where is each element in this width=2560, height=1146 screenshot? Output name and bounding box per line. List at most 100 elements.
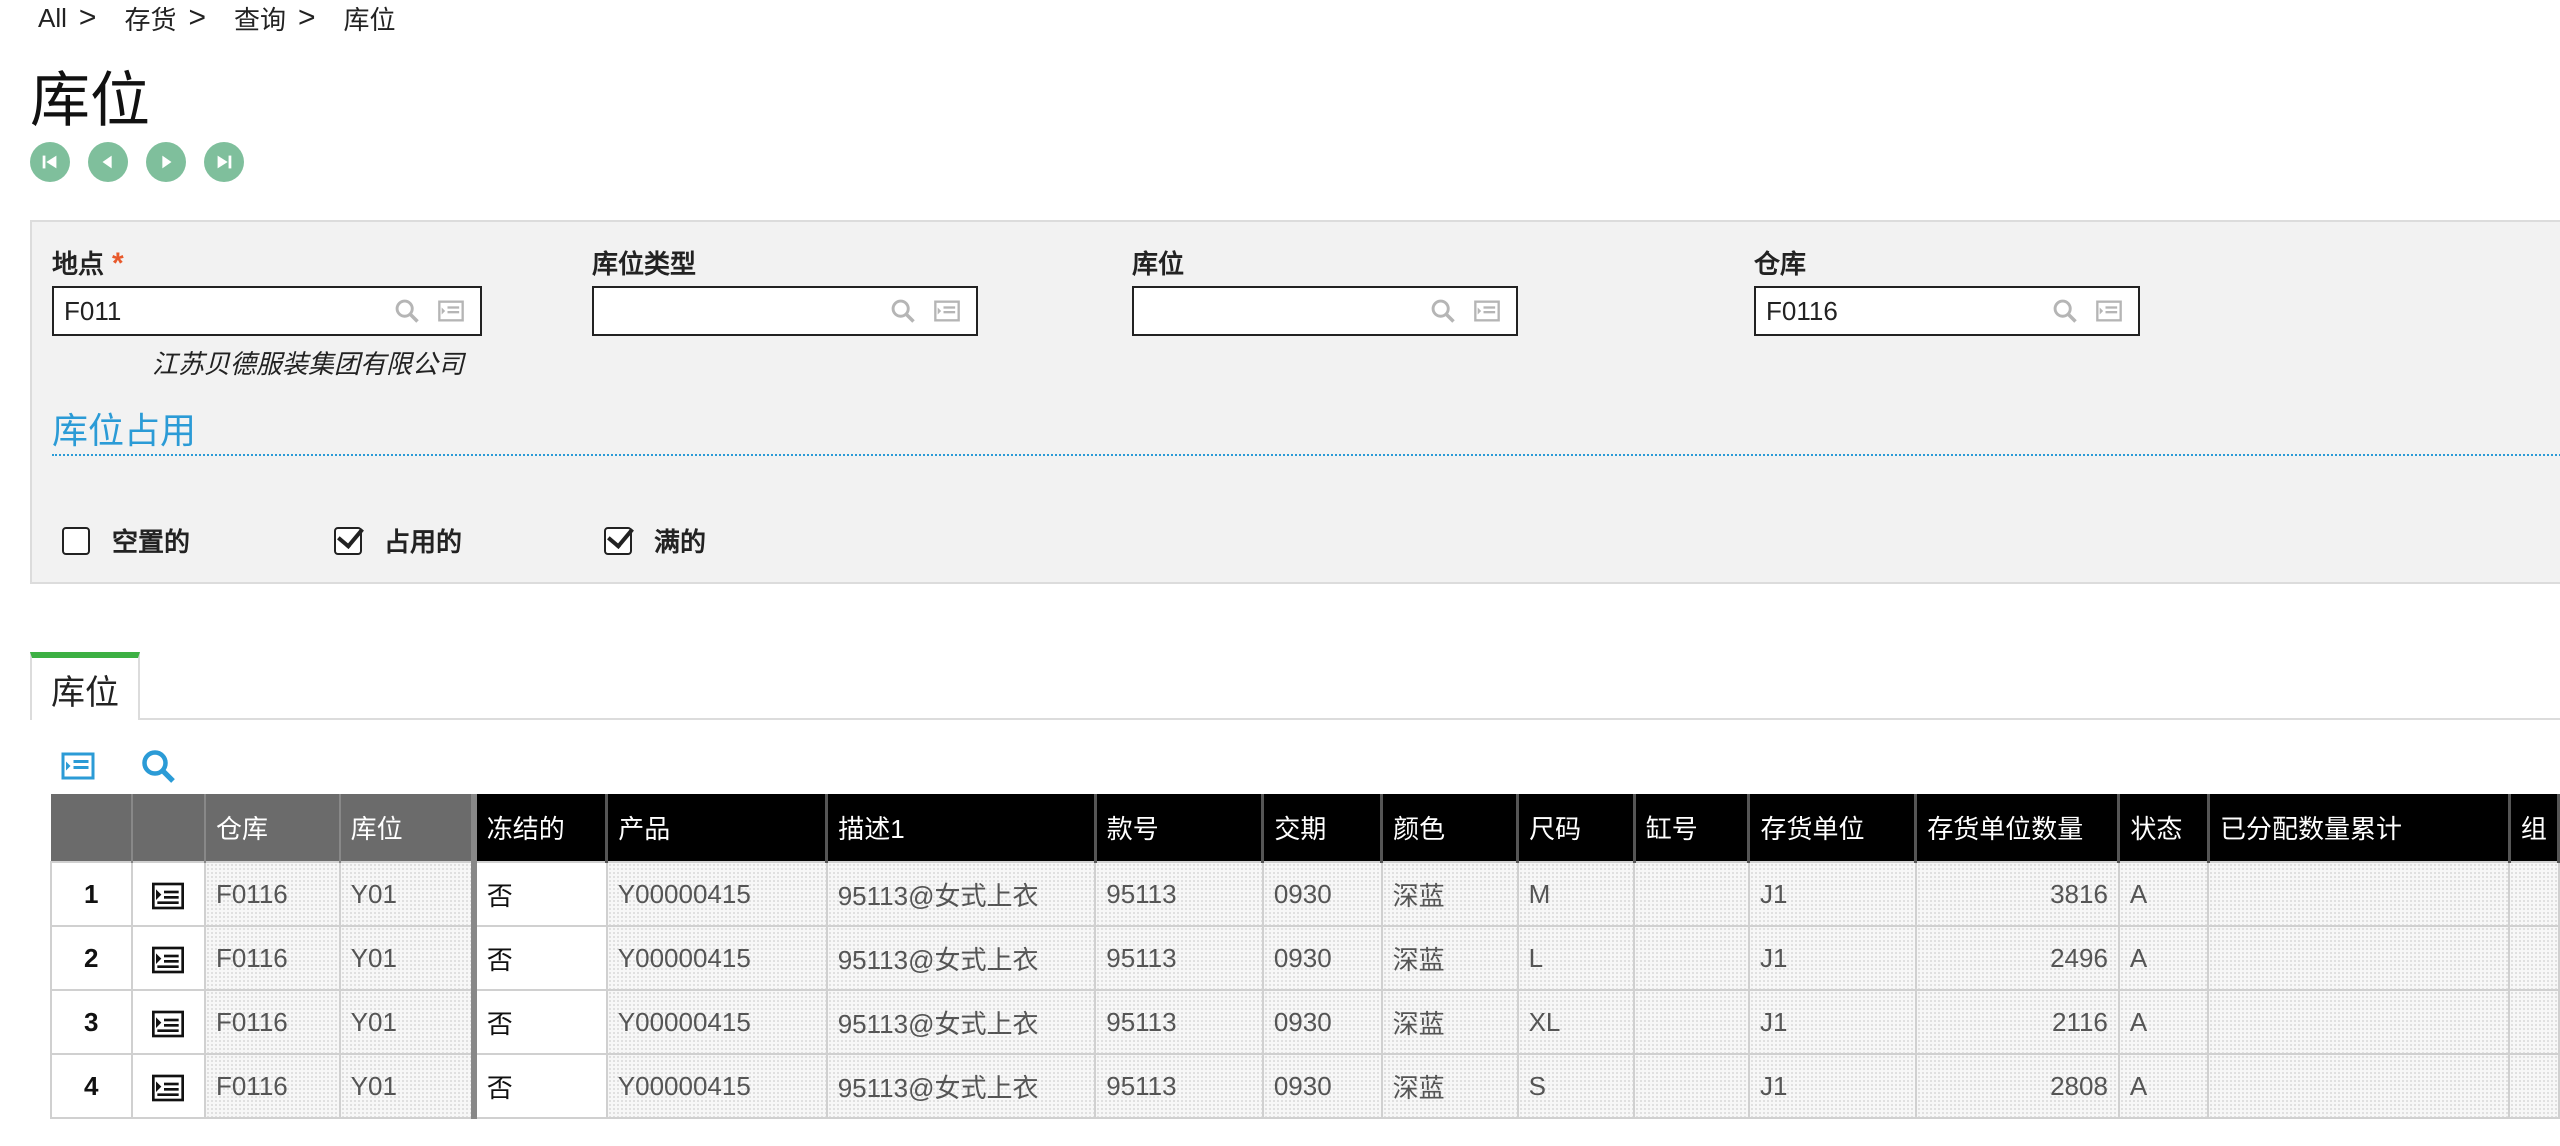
table-row[interactable]: 4 F0116 Y01 否 Y00000415 95113@女式上衣 95113… xyxy=(50,1053,2560,1119)
site-field xyxy=(52,286,482,336)
cell-color: 深蓝 xyxy=(1380,861,1519,927)
column-header-product[interactable]: 产品 xyxy=(606,794,829,862)
search-icon[interactable] xyxy=(888,296,918,326)
row-detail-button[interactable] xyxy=(130,861,206,927)
cell-unit: J1 xyxy=(1747,1053,1917,1119)
cell-style: 95113 xyxy=(1094,925,1264,991)
column-header-warehouse[interactable]: 仓库 xyxy=(204,794,341,862)
row-number: 2 xyxy=(50,925,133,991)
column-header-batch[interactable]: 缸号 xyxy=(1634,794,1751,862)
first-record-icon xyxy=(42,155,57,169)
location-label: 库位 xyxy=(1132,249,1185,279)
cell-group xyxy=(2508,1053,2560,1119)
page-title: 库位 xyxy=(30,67,150,134)
lookup-list-icon[interactable] xyxy=(2094,296,2124,326)
cell-frozen: 否 xyxy=(470,861,608,927)
cell-frozen: 否 xyxy=(470,1053,608,1119)
column-header-unit[interactable]: 存货单位 xyxy=(1748,794,1918,862)
checkbox-occupied-label: 占用的 xyxy=(384,527,463,557)
cell-frozen: 否 xyxy=(470,989,608,1055)
row-detail-button[interactable] xyxy=(130,925,206,991)
location-type-input[interactable] xyxy=(594,295,888,327)
checkbox-full[interactable]: 满的 xyxy=(604,522,706,559)
search-icon[interactable] xyxy=(392,296,422,326)
column-header-delivery[interactable]: 交期 xyxy=(1262,794,1384,862)
cell-allocated xyxy=(2207,989,2511,1055)
next-record-button[interactable] xyxy=(146,142,186,182)
column-header-location[interactable]: 库位 xyxy=(339,794,475,862)
warehouse-input[interactable] xyxy=(1756,295,2050,327)
row-detail-button[interactable] xyxy=(130,989,206,1055)
column-header-status[interactable]: 状态 xyxy=(2118,794,2210,862)
column-header-style[interactable]: 款号 xyxy=(1095,794,1265,862)
tab-location[interactable]: 库位 xyxy=(30,652,140,720)
row-detail-icon xyxy=(152,946,185,973)
cell-color: 深蓝 xyxy=(1380,925,1519,991)
lookup-list-icon[interactable] xyxy=(932,296,962,326)
column-header-group[interactable]: 组 xyxy=(2509,794,2560,862)
last-record-button[interactable] xyxy=(204,142,244,182)
cell-quantity: 2116 xyxy=(1914,989,2120,1055)
grid-search-button[interactable] xyxy=(138,746,178,786)
cell-style: 95113 xyxy=(1094,861,1264,927)
cell-color: 深蓝 xyxy=(1380,1053,1519,1119)
row-number: 1 xyxy=(50,861,133,927)
cell-location: Y01 xyxy=(338,861,475,927)
table-row[interactable]: 2 F0116 Y01 否 Y00000415 95113@女式上衣 95113… xyxy=(50,925,2560,991)
column-header-size[interactable]: 尺码 xyxy=(1517,794,1636,862)
column-header-quantity[interactable]: 存货单位数量 xyxy=(1915,794,2121,862)
table-row[interactable]: 3 F0116 Y01 否 Y00000415 95113@女式上衣 95113… xyxy=(50,989,2560,1055)
lookup-list-icon[interactable] xyxy=(436,296,466,326)
row-detail-icon xyxy=(152,1010,185,1037)
cell-group xyxy=(2508,861,2560,927)
cell-unit: J1 xyxy=(1747,925,1917,991)
checkbox-empty-box[interactable] xyxy=(62,526,90,555)
column-header-description[interactable]: 描述1 xyxy=(826,794,1097,862)
cell-product: Y00000415 xyxy=(605,925,828,991)
search-icon[interactable] xyxy=(1428,296,1458,326)
grid-view-button[interactable] xyxy=(58,746,98,786)
previous-record-button[interactable] xyxy=(88,142,128,182)
checkbox-empty-label: 空置的 xyxy=(112,527,191,557)
breadcrumb-separator: > xyxy=(298,1,316,34)
cell-color: 深蓝 xyxy=(1380,989,1519,1055)
cell-allocated xyxy=(2207,861,2511,927)
table-row[interactable]: 1 F0116 Y01 否 Y00000415 95113@女式上衣 95113… xyxy=(50,861,2560,927)
search-icon[interactable] xyxy=(2050,296,2080,326)
breadcrumb-item-all[interactable]: All xyxy=(38,3,67,34)
location-type-field xyxy=(592,286,978,336)
row-detail-button[interactable] xyxy=(130,1053,206,1119)
first-record-button[interactable] xyxy=(30,142,70,182)
cell-batch xyxy=(1633,925,1750,991)
checkbox-occupied[interactable]: 占用的 xyxy=(334,522,462,559)
cell-warehouse: F0116 xyxy=(203,1053,341,1119)
column-header-allocated[interactable]: 已分配数量累计 xyxy=(2208,794,2511,862)
cell-quantity: 2496 xyxy=(1914,925,2120,991)
site-label: 地点 * xyxy=(52,247,124,280)
locations-table: 仓库 库位 冻结的 产品 描述1 款号 交期 颜色 尺码 缸号 存货单位 存货单… xyxy=(50,794,2560,1119)
cell-delivery: 0930 xyxy=(1261,925,1383,991)
breadcrumb-item-query[interactable]: 查询 xyxy=(234,0,286,37)
breadcrumb-item-location: 库位 xyxy=(343,4,396,35)
checkbox-occupied-box[interactable] xyxy=(334,526,362,555)
column-header-frozen[interactable]: 冻结的 xyxy=(470,794,609,862)
location-input[interactable] xyxy=(1134,295,1428,327)
cell-delivery: 0930 xyxy=(1261,861,1383,927)
site-description: 江苏贝德服装集团有限公司 xyxy=(152,349,465,379)
cell-delivery: 0930 xyxy=(1261,1053,1383,1119)
column-header-color[interactable]: 颜色 xyxy=(1381,794,1520,862)
cell-quantity: 3816 xyxy=(1914,861,2120,927)
cell-description: 95113@女式上衣 xyxy=(825,925,1097,991)
cell-batch xyxy=(1633,989,1750,1055)
breadcrumb-item-inventory[interactable]: 存货 xyxy=(124,0,176,37)
site-input[interactable] xyxy=(54,295,392,327)
cell-frozen: 否 xyxy=(470,925,608,991)
cell-status: A xyxy=(2117,925,2210,991)
cell-warehouse: F0116 xyxy=(203,989,341,1055)
cell-warehouse: F0116 xyxy=(203,925,341,991)
row-number: 4 xyxy=(50,1053,133,1119)
checkbox-empty[interactable]: 空置的 xyxy=(62,522,190,559)
checkbox-full-box[interactable] xyxy=(604,526,632,555)
lookup-list-icon[interactable] xyxy=(1472,296,1502,326)
record-navigation xyxy=(30,142,244,182)
